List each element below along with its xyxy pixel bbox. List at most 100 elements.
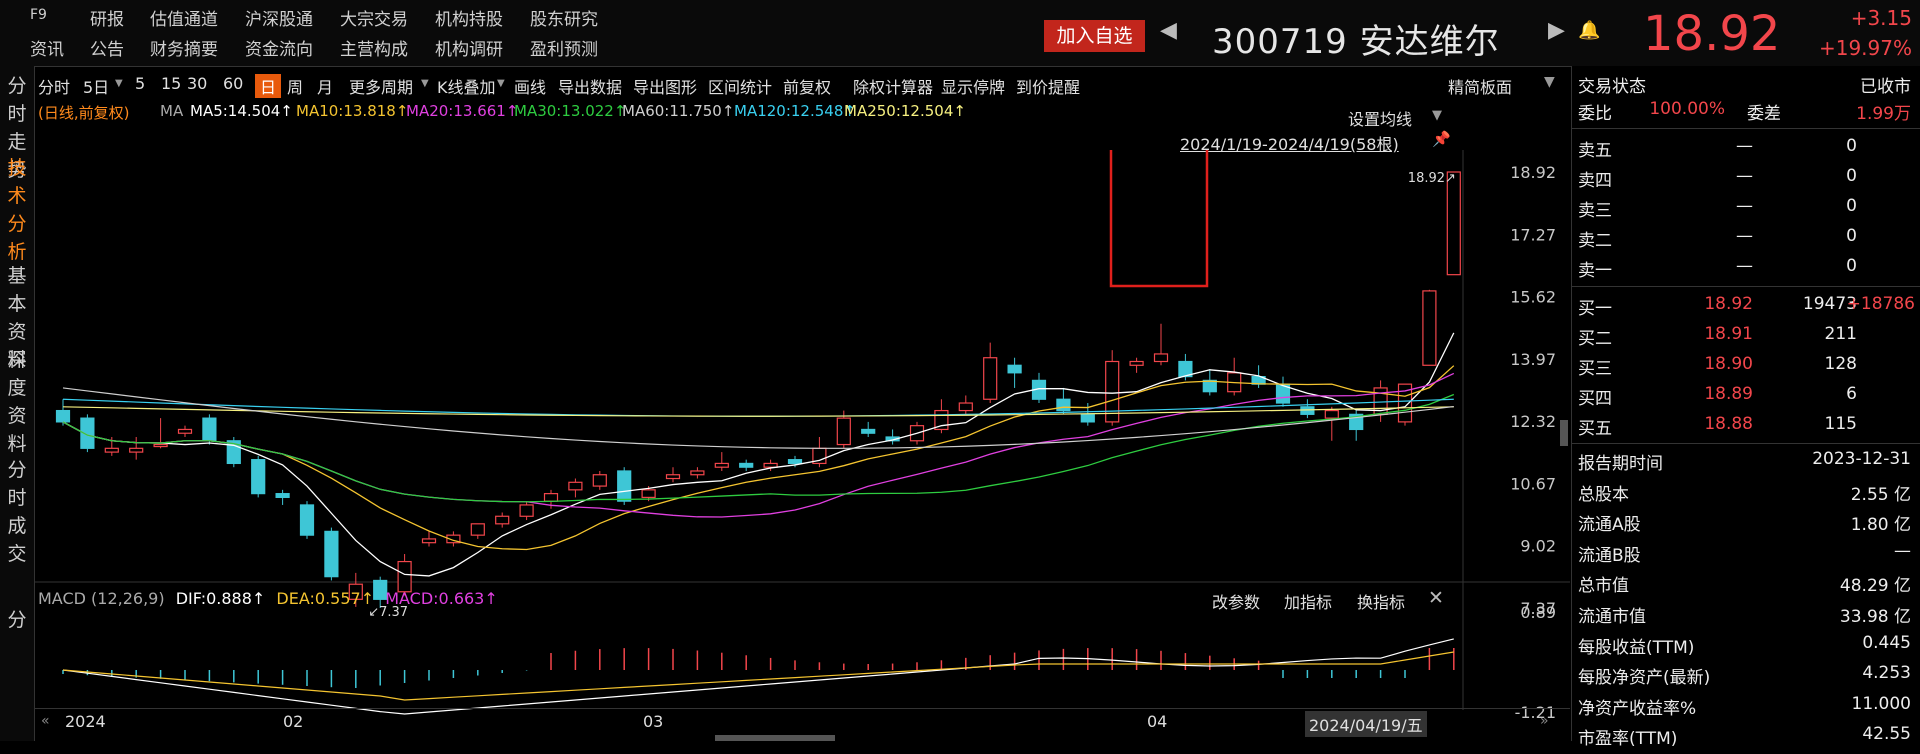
candle[interactable] <box>665 467 681 483</box>
nav-row2-item-4[interactable]: 主营构成 <box>340 35 408 60</box>
nav-row2-item-5[interactable]: 机构调研 <box>435 35 503 60</box>
candle[interactable] <box>1275 376 1291 407</box>
toolbar-item-15[interactable]: 前复权 <box>783 74 831 98</box>
candle[interactable] <box>1202 369 1217 396</box>
candle[interactable] <box>1227 357 1242 396</box>
horizontal-scrollbar[interactable] <box>715 735 835 741</box>
toolbar-item-0[interactable]: 分时 <box>38 74 70 98</box>
toolbar-item-7[interactable]: 周 <box>287 74 303 98</box>
candle[interactable] <box>1105 350 1120 426</box>
candle[interactable] <box>1007 357 1022 388</box>
candle[interactable] <box>226 436 241 468</box>
candle[interactable] <box>885 429 900 445</box>
candle[interactable] <box>934 399 949 434</box>
nav-row2-item-2[interactable]: 财务摘要 <box>150 35 218 60</box>
nav-row2-item-6[interactable]: 盈利预测 <box>530 35 598 60</box>
toolbar-item-14[interactable]: 区间统计 <box>708 74 772 98</box>
prev-stock-icon[interactable]: ◀ <box>1160 18 1177 43</box>
candle[interactable] <box>1153 323 1169 366</box>
candle[interactable] <box>1300 399 1315 419</box>
nav-row1-item-0[interactable]: F9 <box>30 7 47 23</box>
bell-icon[interactable]: 🔔 <box>1578 20 1600 41</box>
candle[interactable] <box>1422 289 1437 366</box>
toolbar-item-11[interactable]: 画线 <box>514 74 546 98</box>
toolbar-item-1[interactable]: 5日 <box>83 74 109 98</box>
toolbar-item-16[interactable]: 除权计算器 <box>853 74 933 98</box>
candle[interactable] <box>568 478 583 498</box>
scroll-right-icon[interactable]: » <box>1540 713 1549 729</box>
scroll-left-icon[interactable]: « <box>41 713 50 729</box>
toolbar-item-18[interactable]: 到价提醒 <box>1016 74 1080 98</box>
nav-row2-item-0[interactable]: 资讯 <box>30 35 64 60</box>
candle[interactable] <box>1324 406 1339 441</box>
leftnav-item-1[interactable]: 技术分析 <box>0 154 34 266</box>
nav-row1-item-4[interactable]: 大宗交易 <box>340 5 408 30</box>
candle[interactable] <box>861 421 876 437</box>
set-ma-dropdown-icon[interactable]: ▼ <box>1432 108 1442 123</box>
candle[interactable] <box>129 436 144 460</box>
dropdown-icon[interactable]: ▼ <box>497 78 505 89</box>
candle[interactable] <box>202 414 217 445</box>
candle[interactable] <box>470 523 485 539</box>
candle[interactable] <box>251 455 266 498</box>
kline-chart[interactable]: 18.9217.2715.6213.9712.3210.679.027.37✱⁑… <box>35 150 1570 740</box>
close-indicator-icon[interactable]: ✕ <box>1428 587 1444 609</box>
candle[interactable] <box>1446 171 1461 276</box>
toolbar-item-17[interactable]: 显示停牌 <box>941 74 1005 98</box>
candle[interactable] <box>1031 372 1047 404</box>
macd-control-2[interactable]: 换指标 <box>1357 589 1405 613</box>
nav-row1-item-3[interactable]: 沪深股通 <box>245 5 313 30</box>
candle[interactable] <box>177 425 193 437</box>
candle[interactable] <box>1251 365 1266 388</box>
toolbar-item-3[interactable]: 15 <box>161 74 181 93</box>
candle[interactable] <box>55 399 71 426</box>
nav-row1-item-6[interactable]: 股东研究 <box>530 5 598 30</box>
candle[interactable] <box>1129 357 1144 373</box>
candle[interactable] <box>812 436 827 468</box>
macd-control-0[interactable]: 改参数 <box>1212 589 1260 613</box>
dropdown-icon[interactable]: ▼ <box>115 78 123 89</box>
candle[interactable] <box>592 470 607 490</box>
toolbar-item-10[interactable]: K线叠加 <box>437 74 496 98</box>
candle[interactable] <box>275 489 290 505</box>
toolbar-item-8[interactable]: 月 <box>317 74 333 98</box>
simple-board-button[interactable]: 精简板面 <box>1448 74 1512 98</box>
candle[interactable] <box>421 531 437 547</box>
candle[interactable] <box>690 467 705 479</box>
chart-scroll-handle[interactable] <box>1560 420 1568 446</box>
ma-item-4: MA60:11.750↑ <box>622 102 735 120</box>
toolbar-item-12[interactable]: 导出数据 <box>558 74 622 98</box>
nav-row1-item-1[interactable]: 研报 <box>90 5 124 30</box>
leftnav-item-3[interactable]: 深度资料 <box>0 346 34 458</box>
nav-row1-item-5[interactable]: 机构持股 <box>435 5 503 30</box>
nav-row2-item-1[interactable]: 公告 <box>90 35 124 60</box>
candle[interactable] <box>983 342 998 404</box>
next-stock-icon[interactable]: ▶ <box>1548 18 1565 43</box>
toolbar-item-4[interactable]: 30 <box>187 74 207 93</box>
candle[interactable] <box>1056 387 1071 415</box>
board-dropdown-icon[interactable]: ▼ <box>1544 74 1555 90</box>
nav-row1-item-2[interactable]: 估值通道 <box>150 5 218 30</box>
candle[interactable] <box>299 501 315 539</box>
add-watchlist-button[interactable]: 加入自选 <box>1044 20 1145 52</box>
leftnav-item-5[interactable]: 分 <box>0 606 34 634</box>
macd-control-1[interactable]: 加指标 <box>1284 589 1332 613</box>
candle[interactable] <box>1349 410 1364 441</box>
leftnav-item-4[interactable]: 分时成交 <box>0 456 34 568</box>
pin-icon[interactable]: 📌 <box>1432 130 1451 148</box>
dropdown-icon[interactable]: ▼ <box>421 78 429 89</box>
candle[interactable] <box>324 527 339 581</box>
toolbar-item-5[interactable]: 60 <box>223 74 243 93</box>
toolbar-item-2[interactable]: 5 <box>135 74 145 93</box>
toolbar-item-13[interactable]: 导出图形 <box>633 74 697 98</box>
set-ma-button[interactable]: 设置均线 <box>1348 106 1412 130</box>
toolbar-item-6[interactable]: 日 <box>255 74 282 98</box>
candle[interactable] <box>958 395 973 415</box>
candle[interactable] <box>739 459 754 471</box>
x-label-2024: 2024 <box>65 712 106 731</box>
candle[interactable] <box>714 452 729 471</box>
candle[interactable] <box>495 512 510 528</box>
toolbar-item-9[interactable]: 更多周期 <box>349 74 413 98</box>
nav-row2-item-3[interactable]: 资金流向 <box>245 35 313 60</box>
candle[interactable] <box>519 501 534 521</box>
